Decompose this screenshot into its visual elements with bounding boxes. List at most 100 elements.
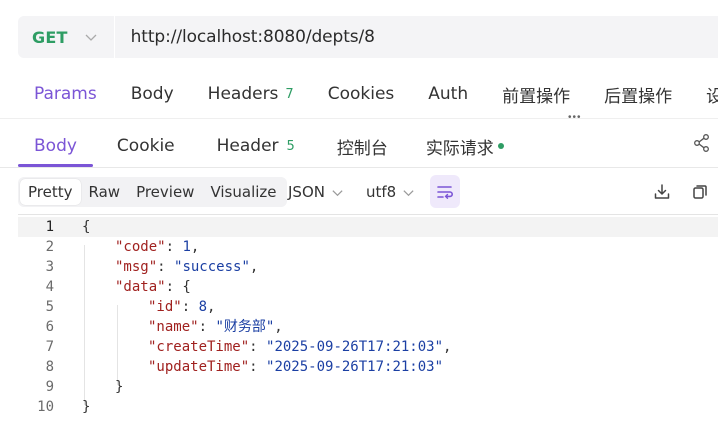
download-icon[interactable] [652,182,672,202]
view-visualize-button[interactable]: Visualize [202,179,284,205]
code-text: { [82,217,90,237]
tab-label: Headers [207,84,279,104]
code-text: } [115,377,123,397]
tab-label: Auth [428,84,469,104]
code-line: 3 "msg": "success", [18,257,718,277]
code-text: "msg": "success", [115,257,258,277]
response-tabs: Body Cookie Header 5 控制台 实际请求 [18,126,520,167]
url-input[interactable]: http://localhost:8080/depts/8 [131,27,375,47]
json-punctuation: , [274,319,283,335]
code-text: "updateTime": "2025-09-26T17:21:03" [148,357,443,377]
tab-response-body[interactable]: Body [18,126,93,167]
json-key: "code" [115,239,166,255]
tab-post-request[interactable]: 后置操作 [604,82,672,107]
encoding-value: utf8 [366,183,397,201]
tab-console[interactable]: 控制台 [321,126,404,166]
tab-label: Cookies [327,84,395,104]
tab-cookies[interactable]: Cookies [328,84,395,104]
json-value: "success" [174,259,250,275]
tab-headers[interactable]: Headers 7 [208,84,294,104]
json-punctuation: , [190,239,200,255]
view-mode-group: Pretty Raw Preview Visualize [18,177,287,207]
code-text: "createTime": "2025-09-26T17:21:03", [148,337,451,357]
line-number: 3 [45,259,54,275]
code-line: 9} [18,377,718,397]
divider [0,167,718,168]
json-key: "id" [148,299,182,315]
request-tabs: Params Body Headers 7 Cookies Auth 前置操作 后… [18,76,718,112]
tab-label: 前置操作 [502,86,571,107]
json-key: "data" [115,279,166,295]
status-dot [497,143,504,149]
view-preview-button[interactable]: Preview [128,179,202,205]
json-key: "name" [148,319,199,335]
copy-icon[interactable] [690,182,710,202]
tab-auth[interactable]: Auth [428,84,468,104]
tab-settings[interactable]: 设 [706,82,718,107]
json-key: "createTime" [148,339,250,355]
line-number: 1 [45,219,54,235]
tab-label: Body [130,84,174,104]
code-text: "id": 8, [148,297,215,317]
code-line: 5 "id": 8, [18,297,718,317]
wrap-lines-icon [437,185,453,199]
tab-body[interactable]: Body [131,84,174,104]
word-wrap-button[interactable] [430,175,460,208]
view-pretty-button[interactable]: Pretty [20,179,81,205]
json-punctuation: : [181,299,199,315]
json-punctuation: : [157,259,175,275]
view-raw-button[interactable]: Raw [81,179,129,205]
line-number: 5 [45,299,54,315]
method-select[interactable]: GET [32,28,68,47]
code-line: 10} [18,397,718,417]
json-value: "2025-09-26T17:21:03" [266,359,444,375]
tab-label: 控制台 [336,138,388,159]
tab-label: 实际请求 [425,138,494,159]
code-line: 6 "name": "财务部", [18,317,718,337]
code-text: "name": "财务部", [148,317,283,337]
url-divider [113,16,115,58]
line-number: 10 [37,399,54,415]
response-body-editor[interactable]: 1{2 "code": 1, 3 "msg": "success", 4 "data": … [18,214,718,425]
json-punctuation: : { [165,279,191,295]
line-number: 2 [45,239,54,255]
line-number: 4 [45,279,54,295]
count-badge: 7 [285,86,294,102]
share-icon[interactable] [692,133,712,153]
tab-params[interactable]: Params [34,84,97,104]
format-value: JSON [288,183,325,201]
tab-label: 设 [706,86,718,107]
tab-label: Cookie [116,136,175,156]
json-value: 1 [182,239,191,255]
chevron-down-icon [331,186,344,199]
code-line: 7 "createTime": "2025-09-26T17:21:03", [18,337,718,357]
format-select[interactable]: JSON [288,177,344,207]
tab-response-cookie[interactable]: Cookie [101,126,191,166]
json-punctuation: : [198,319,216,335]
encoding-select[interactable]: utf8 [366,177,415,207]
json-punctuation: , [249,259,259,275]
json-punctuation: , [443,339,452,355]
tab-label: Header [216,136,279,156]
line-number: 9 [45,379,54,395]
tab-actual-request[interactable]: 实际请求 [410,126,520,166]
json-punctuation: } [115,379,124,395]
code-text: } [82,397,90,417]
chevron-down-icon[interactable] [82,28,100,46]
code-text: "data": { [115,277,191,297]
tab-label: Body [34,136,77,156]
code-line: 2 "code": 1, [18,237,718,257]
code-text: "code": 1, [115,237,199,257]
code-line: 8 "updateTime": "2025-09-26T17:21:03" [18,357,718,377]
chevron-down-icon [402,186,415,199]
tab-response-header[interactable]: Header 5 [201,126,311,166]
divider [0,118,718,119]
tab-label: 后置操作 [604,86,673,107]
json-punctuation: : [249,359,267,375]
line-number: 8 [45,359,54,375]
json-punctuation: { [82,219,91,235]
json-punctuation: , [207,299,216,315]
json-value: "2025-09-26T17:21:03" [266,339,444,355]
tab-pre-request[interactable]: 前置操作 [502,82,570,107]
code-line: 1{ [18,217,718,237]
